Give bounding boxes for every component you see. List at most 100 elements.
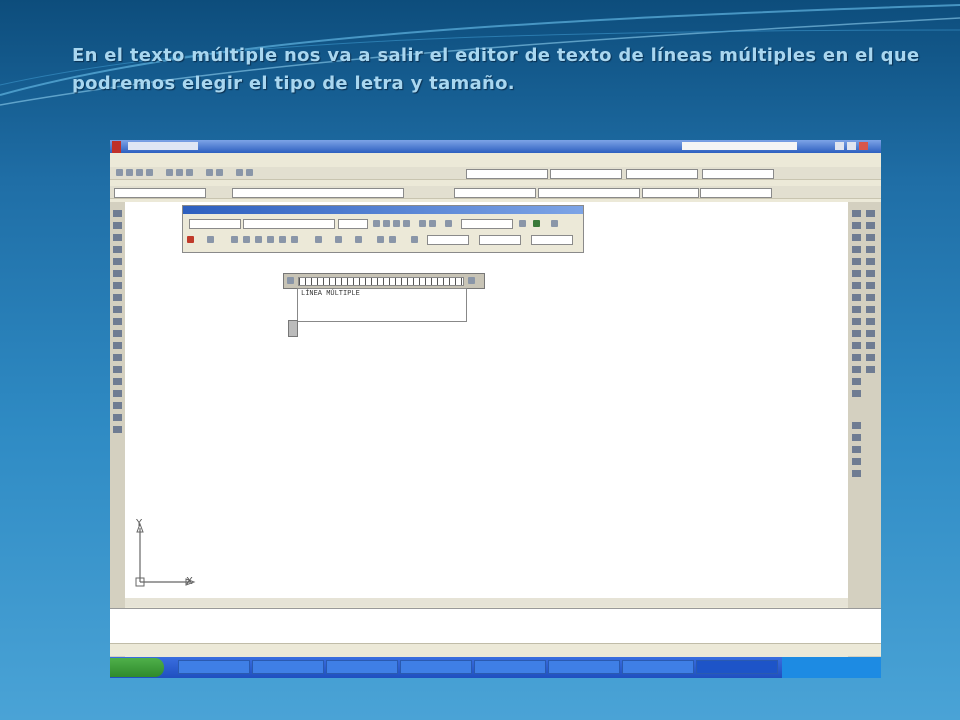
copy-icon[interactable] [176, 169, 183, 176]
taskbar-item-1[interactable] [178, 660, 250, 674]
zoom-extents-icon[interactable] [852, 458, 861, 465]
break-icon[interactable] [852, 342, 861, 349]
mtext-resize-handle[interactable] [288, 320, 298, 337]
osnap-center-icon[interactable] [866, 258, 875, 265]
table-icon[interactable] [113, 414, 122, 421]
search-field[interactable] [682, 142, 797, 150]
insert-field-icon[interactable] [355, 236, 362, 243]
osnap-endpoint-icon[interactable] [866, 210, 875, 217]
mtext-content[interactable]: LÍNEA MÚLTIPLE [301, 290, 360, 298]
insert-block-icon[interactable] [113, 342, 122, 349]
text-style-combo[interactable] [466, 169, 548, 179]
minimize-icon[interactable] [835, 142, 844, 150]
hatch-icon[interactable] [113, 378, 122, 385]
zoom-previous-icon[interactable] [852, 446, 861, 453]
osnap-extension-icon[interactable] [866, 246, 875, 253]
array-icon[interactable] [852, 258, 861, 265]
polyline-icon[interactable] [113, 234, 122, 241]
scale-icon[interactable] [852, 294, 861, 301]
mtext-edit-box[interactable]: LÍNEA MÚLTIPLE [297, 288, 467, 322]
layer-combo[interactable] [232, 188, 404, 198]
explode-icon[interactable] [852, 390, 861, 397]
ruler-scale[interactable] [298, 277, 464, 286]
bold-icon[interactable] [373, 220, 380, 227]
new-icon[interactable] [116, 169, 123, 176]
font-combo[interactable] [243, 219, 335, 229]
color-combo[interactable] [454, 188, 536, 198]
open-icon[interactable] [126, 169, 133, 176]
distribute-icon[interactable] [291, 236, 298, 243]
ellipse-icon[interactable] [113, 318, 122, 325]
taskbar-item-4[interactable] [400, 660, 472, 674]
workspace-combo[interactable] [114, 188, 206, 198]
zoom-window-icon[interactable] [852, 434, 861, 441]
polygon-icon[interactable] [113, 246, 122, 253]
maximize-icon[interactable] [847, 142, 856, 150]
ruler-options-icon[interactable] [468, 277, 475, 284]
align-left-icon[interactable] [243, 236, 250, 243]
rectangle-icon[interactable] [113, 258, 122, 265]
undo-text-icon[interactable] [419, 220, 426, 227]
gradient-icon[interactable] [113, 390, 122, 397]
underline-icon[interactable] [393, 220, 400, 227]
spline-icon[interactable] [113, 306, 122, 313]
save-icon[interactable] [136, 169, 143, 176]
join-icon[interactable] [852, 354, 861, 361]
taskbar-item-7[interactable] [622, 660, 694, 674]
move-icon[interactable] [852, 270, 861, 277]
stretch-icon[interactable] [852, 306, 861, 313]
osnap-perpendicular-icon[interactable] [866, 294, 875, 301]
quick-access-toolbar[interactable] [128, 142, 198, 150]
columns-icon[interactable] [187, 236, 194, 243]
command-line[interactable] [110, 608, 881, 643]
overline-icon[interactable] [403, 220, 410, 227]
oblique-angle-field[interactable] [427, 235, 469, 245]
osnap-node-icon[interactable] [866, 318, 875, 325]
ruler-tab-icon[interactable] [287, 277, 294, 284]
cut-icon[interactable] [166, 169, 173, 176]
drawing-canvas[interactable] [125, 202, 848, 598]
align-center-icon[interactable] [255, 236, 262, 243]
taskbar-item-2[interactable] [252, 660, 324, 674]
numbering-icon[interactable] [335, 236, 342, 243]
plotstyle-combo[interactable] [700, 188, 772, 198]
osnap-intersection-icon[interactable] [866, 234, 875, 241]
uppercase-icon[interactable] [377, 236, 384, 243]
mtext-ruler[interactable] [283, 273, 485, 289]
offset-icon[interactable] [852, 246, 861, 253]
ellipse-arc-icon[interactable] [113, 330, 122, 337]
text-color-combo[interactable] [461, 219, 513, 229]
italic-icon[interactable] [383, 220, 390, 227]
osnap-quadrant-icon[interactable] [866, 270, 875, 277]
taskbar-item-autocad[interactable] [696, 660, 778, 674]
mirror-icon[interactable] [852, 234, 861, 241]
table-style-combo[interactable] [626, 169, 698, 179]
osnap-parallel-icon[interactable] [866, 306, 875, 313]
taskbar-item-6[interactable] [548, 660, 620, 674]
osnap-settings-icon[interactable] [866, 366, 875, 373]
align-right-icon[interactable] [267, 236, 274, 243]
horizontal-scrollbar[interactable] [125, 598, 848, 607]
undo-icon[interactable] [206, 169, 213, 176]
print-icon[interactable] [146, 169, 153, 176]
osnap-none-icon[interactable] [866, 354, 875, 361]
redo-text-icon[interactable] [429, 220, 436, 227]
line-spacing-icon[interactable] [315, 236, 322, 243]
redo-icon[interactable] [216, 169, 223, 176]
taskbar-item-5[interactable] [474, 660, 546, 674]
line-icon[interactable] [113, 210, 122, 217]
extend-icon[interactable] [852, 330, 861, 337]
chamfer-icon[interactable] [852, 366, 861, 373]
style-combo[interactable] [189, 219, 241, 229]
justification-icon[interactable] [207, 236, 214, 243]
osnap-insert-icon[interactable] [866, 330, 875, 337]
close-icon[interactable] [859, 142, 868, 150]
width-factor-field[interactable] [531, 235, 573, 245]
symbol-icon[interactable] [411, 236, 418, 243]
stack-icon[interactable] [445, 220, 452, 227]
lineweight-combo[interactable] [642, 188, 699, 198]
paste-icon[interactable] [186, 169, 193, 176]
rotate-icon[interactable] [852, 282, 861, 289]
arc-icon[interactable] [113, 270, 122, 277]
multiline-text-icon[interactable] [113, 426, 122, 433]
